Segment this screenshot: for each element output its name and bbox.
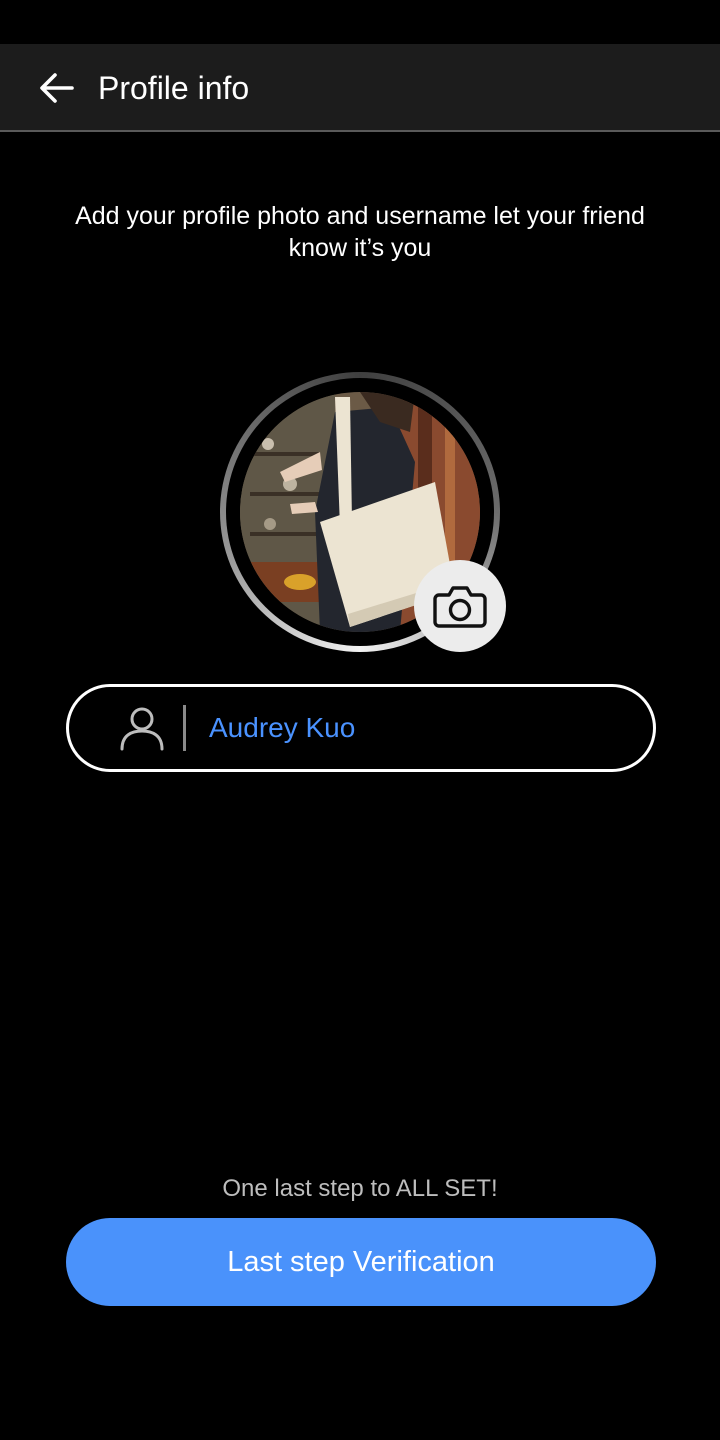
status-bar xyxy=(0,0,720,44)
profile-instructions: Add your profile photo and username let … xyxy=(75,202,645,262)
avatar[interactable] xyxy=(220,372,506,652)
field-divider xyxy=(183,705,186,751)
last-step-verification-button[interactable]: Last step Verification xyxy=(66,1218,656,1306)
arrow-left-icon xyxy=(40,73,74,103)
page-title: Profile info xyxy=(98,70,250,106)
username-value[interactable]: Audrey Kuo xyxy=(209,709,355,747)
app-bar: Profile info xyxy=(0,44,720,132)
username-field[interactable]: Audrey Kuo xyxy=(66,684,656,772)
change-photo-button[interactable] xyxy=(414,560,506,652)
back-button[interactable] xyxy=(30,66,82,110)
hint-text: One last step to ALL SET! xyxy=(222,1175,498,1202)
camera-icon xyxy=(433,586,487,628)
person-icon xyxy=(120,707,164,751)
